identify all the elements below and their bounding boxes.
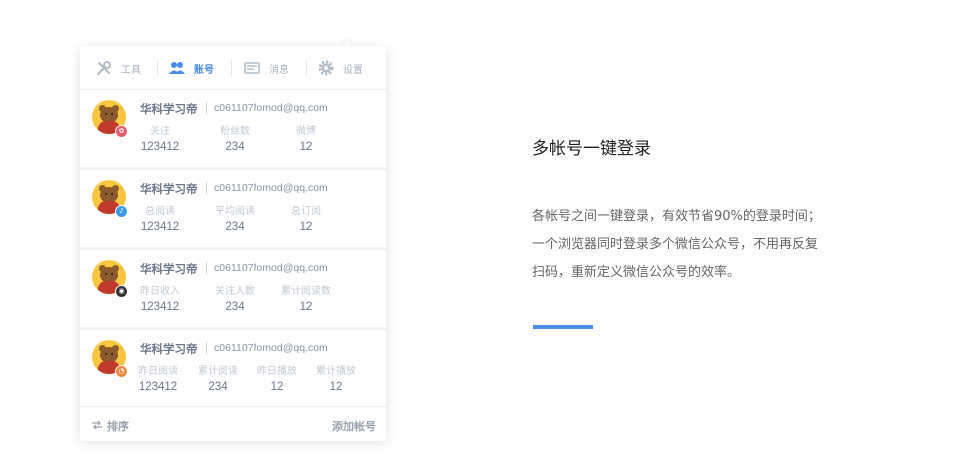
account-email: c061107fomod@qq.com	[214, 102, 328, 114]
message-icon	[243, 59, 261, 77]
panel-footer: 排序 添加帐号	[80, 406, 386, 441]
tab-settings-label: 设置	[343, 64, 363, 76]
account-card[interactable]: ✿ 华科学习帝 c061107fomod@qq.com 关注 粉丝数 微博 12…	[80, 90, 386, 167]
stat-label: 昨日阅读	[138, 366, 178, 377]
stat-label: 平均阅读	[215, 206, 255, 217]
tab-tools-label: 工具	[121, 64, 141, 76]
divider	[206, 182, 207, 194]
stat-value: 234	[225, 221, 245, 233]
users-icon	[168, 59, 186, 77]
tab-separator	[306, 60, 307, 76]
camera-icon: ◉	[115, 285, 128, 298]
account-email: c061107fomod@qq.com	[214, 262, 328, 274]
gear-icon	[317, 59, 335, 77]
stat-label: 累计播放	[316, 366, 356, 377]
stat-value: 234	[225, 141, 245, 153]
blog-icon: ♪	[115, 205, 128, 218]
feature-title: 多帐号一键登录	[532, 139, 651, 159]
stat-value: 12	[270, 381, 284, 393]
stat-value: 12	[329, 381, 343, 393]
sort-label: 排序	[107, 420, 129, 433]
stat-label: 累计阅读	[198, 366, 238, 377]
tab-messages-label: 消息	[269, 64, 289, 76]
weibo-icon: ✿	[115, 125, 128, 138]
stat-value: 234	[208, 381, 228, 393]
stat-value: 12	[299, 301, 313, 313]
tab-tools[interactable]: 工具	[95, 46, 141, 90]
stat-label: 昨日收入	[140, 286, 180, 297]
stat-value: 123412	[138, 381, 178, 393]
stat-label: 总订阅	[291, 206, 321, 217]
account-switcher-panel: 工具 账号 消息 设置 ✿ 华科学习帝 c061107fomod@qq.com …	[80, 46, 386, 441]
stat-value: 123412	[140, 221, 180, 233]
tab-separator	[157, 60, 158, 76]
stat-label: 昨日播放	[257, 366, 297, 377]
panel-tabs: 工具 账号 消息 设置	[80, 46, 386, 90]
divider	[206, 262, 207, 274]
account-card[interactable]: ◉ 华科学习帝 c061107fomod@qq.com 昨日收入 关注人数 累计…	[80, 250, 386, 327]
stat-value: 123412	[140, 301, 180, 313]
account-name: 华科学习帝	[140, 342, 198, 356]
account-card[interactable]: ◔ 华科学习帝 c061107fomod@qq.com 昨日阅读 累计阅读 昨日…	[80, 330, 386, 407]
feature-desc-line: 一个浏览器同时登录多个微信公众号，不用再反复	[532, 237, 819, 252]
stat-label: 关注	[150, 126, 170, 137]
feature-desc-line: 各帐号之间一键登录，有效节省90%的登录时间；	[532, 209, 821, 224]
account-name: 华科学习帝	[140, 102, 198, 116]
divider	[206, 102, 207, 114]
accent-bar	[533, 325, 593, 329]
tab-accounts[interactable]: 账号	[168, 46, 214, 90]
stat-label: 微博	[296, 126, 316, 137]
account-name: 华科学习帝	[140, 262, 198, 276]
stat-label: 关注人数	[215, 286, 255, 297]
video-icon: ◔	[115, 365, 128, 378]
stat-label: 粉丝数	[220, 126, 250, 137]
account-email: c061107fomod@qq.com	[214, 342, 328, 354]
stat-value: 123412	[140, 141, 180, 153]
account-email: c061107fomod@qq.com	[214, 182, 328, 194]
tab-settings[interactable]: 设置	[317, 46, 363, 90]
stat-value: 12	[299, 221, 313, 233]
divider	[206, 342, 207, 354]
stat-label: 累计阅读数	[281, 286, 331, 297]
tab-messages[interactable]: 消息	[243, 46, 289, 90]
popover-caret	[340, 39, 354, 46]
account-card[interactable]: ♪ 华科学习帝 c061107fomod@qq.com 总阅读 平均阅读 总订阅…	[80, 170, 386, 247]
tab-separator	[231, 60, 232, 76]
tools-icon	[95, 59, 113, 77]
sort-icon	[91, 420, 103, 433]
add-account-button[interactable]: 添加帐号	[332, 418, 376, 434]
stat-value: 234	[225, 301, 245, 313]
stat-label: 总阅读	[145, 206, 175, 217]
sort-button[interactable]: 排序	[91, 418, 129, 434]
tab-accounts-label: 账号	[194, 64, 214, 76]
stat-value: 12	[299, 141, 313, 153]
account-name: 华科学习帝	[140, 182, 198, 196]
feature-description: 各帐号之间一键登录，有效节省90%的登录时间； 一个浏览器同时登录多个微信公众号…	[532, 203, 872, 287]
feature-desc-line: 扫码，重新定义微信公众号的效率。	[532, 265, 741, 280]
